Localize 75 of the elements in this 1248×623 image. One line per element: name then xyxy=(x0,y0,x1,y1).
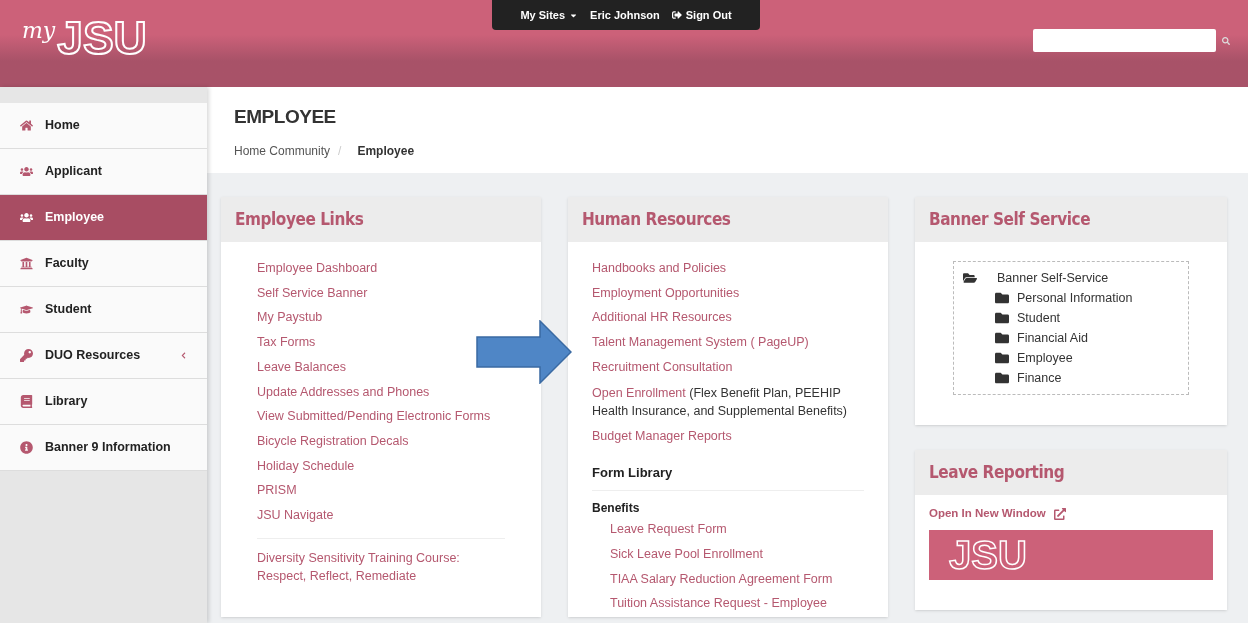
users-icon xyxy=(20,211,33,224)
my-sites-dropdown[interactable]: My Sites xyxy=(520,6,579,24)
sidebar-item[interactable]: Banner 9 Information xyxy=(0,425,207,471)
form-link[interactable]: Leave Request Form xyxy=(610,517,727,542)
key-icon xyxy=(20,349,33,362)
sidebar-label: Banner 9 Information xyxy=(45,439,172,457)
hr-link[interactable]: Handbooks and Policies xyxy=(592,256,727,281)
sidebar-item[interactable]: Employee xyxy=(0,195,207,241)
user-name: Eric Johnson xyxy=(590,7,660,23)
sidebar-item[interactable]: Applicant xyxy=(0,149,207,195)
employee-link[interactable]: JSU Navigate xyxy=(257,503,334,528)
sidebar-label: Faculty xyxy=(45,255,90,273)
sidebar-item[interactable]: DUO Resources xyxy=(0,333,207,379)
page-title: EMPLOYEE xyxy=(234,105,337,129)
home-icon xyxy=(20,119,33,132)
panel-title: Human Resources xyxy=(582,207,731,231)
employee-link[interactable]: Employee Dashboard xyxy=(257,256,378,281)
enrollment-link[interactable]: Open Enrollment xyxy=(592,385,686,400)
employee-link[interactable]: Tax Forms xyxy=(257,330,316,355)
search-icon[interactable] xyxy=(1222,36,1230,45)
breadcrumb-item: Employee xyxy=(357,142,415,160)
search-field[interactable] xyxy=(1033,29,1216,52)
employee-link[interactable]: Self Service Banner xyxy=(257,280,368,306)
tree-item[interactable]: Finance xyxy=(1017,368,1062,388)
hr-link[interactable]: Budget Manager Reports xyxy=(592,423,732,449)
sidebar-label: Applicant xyxy=(45,163,103,181)
tree-item[interactable]: Banner Self-Service xyxy=(997,268,1109,288)
logo-script: my xyxy=(22,17,56,43)
book-icon xyxy=(20,395,33,408)
employee-link[interactable]: Bicycle Registration Decals xyxy=(257,428,409,454)
benefits-heading: Benefits xyxy=(592,500,640,518)
breadcrumb-item[interactable]: Home Community xyxy=(234,141,331,160)
open-new-window-link[interactable]: Open In New Window xyxy=(929,505,1066,523)
enrollment-text: Open Enrollment (Flex Benefit Plan, PEEHIP Health Insurance, and Supplemental Benefits) xyxy=(592,384,849,420)
hr-link[interactable]: Additional HR Resources xyxy=(592,305,732,331)
panel-title: Employee Links xyxy=(235,207,364,231)
tree-item[interactable]: Employee xyxy=(1017,348,1073,368)
banner-logo: JSU xyxy=(949,535,1027,576)
sign-out-link[interactable]: Sign Out xyxy=(671,6,732,24)
form-link[interactable]: TIAA Salary Reduction Agreement Form xyxy=(610,566,833,592)
sidebar-label: Student xyxy=(45,301,93,319)
sidebar-label: Home xyxy=(45,117,81,135)
tree-item[interactable]: Personal Information xyxy=(1017,288,1133,308)
panel-title: Banner Self Service xyxy=(929,207,1091,231)
external-link-icon xyxy=(1053,507,1066,520)
employee-link[interactable]: Leave Balances xyxy=(257,354,346,380)
employee-link[interactable]: Holiday Schedule xyxy=(257,453,355,479)
graduation-cap-icon xyxy=(20,303,33,316)
form-library-heading: Form Library xyxy=(592,465,673,481)
tree-item[interactable]: Student xyxy=(1017,308,1061,328)
sidebar-label: Library xyxy=(45,393,89,411)
employee-link[interactable]: Diversity Sensitivity Training Course: Respect, Reflect, Remediate xyxy=(257,548,505,585)
employee-link[interactable]: PRISM xyxy=(257,478,297,504)
info-icon xyxy=(20,441,33,454)
logo-letters: JSU xyxy=(57,15,147,61)
employee-link[interactable]: Update Addresses and Phones xyxy=(257,379,430,405)
employee-link[interactable]: My Paystub xyxy=(257,305,323,331)
hr-link[interactable]: Employment Opportunities xyxy=(592,280,740,306)
panel-title: Leave Reporting xyxy=(929,460,1065,484)
tree-item[interactable]: Financial Aid xyxy=(1017,328,1088,348)
hr-link[interactable]: Recruitment Consultation xyxy=(592,354,733,380)
users-icon xyxy=(20,165,33,178)
sign-out-icon xyxy=(671,10,682,20)
sidebar-label: Employee xyxy=(45,209,106,227)
form-link[interactable]: Tuition Assistance Request - Employee xyxy=(610,591,827,617)
sidebar-item[interactable]: Student xyxy=(0,287,207,333)
form-link[interactable]: Sick Leave Pool Enrollment xyxy=(610,541,763,567)
sidebar-item[interactable]: Home xyxy=(0,103,207,149)
hr-link[interactable]: Talent Management System ( PageUP) xyxy=(592,330,809,355)
sidebar-label: DUO Resources xyxy=(45,347,142,365)
sidebar-item[interactable]: Faculty xyxy=(0,241,207,287)
breadcrumb-separator: / xyxy=(338,142,342,160)
building-icon xyxy=(20,257,33,270)
employee-link[interactable]: View Submitted/Pending Electronic Forms xyxy=(257,404,491,429)
sidebar-item[interactable]: Library xyxy=(0,379,207,425)
